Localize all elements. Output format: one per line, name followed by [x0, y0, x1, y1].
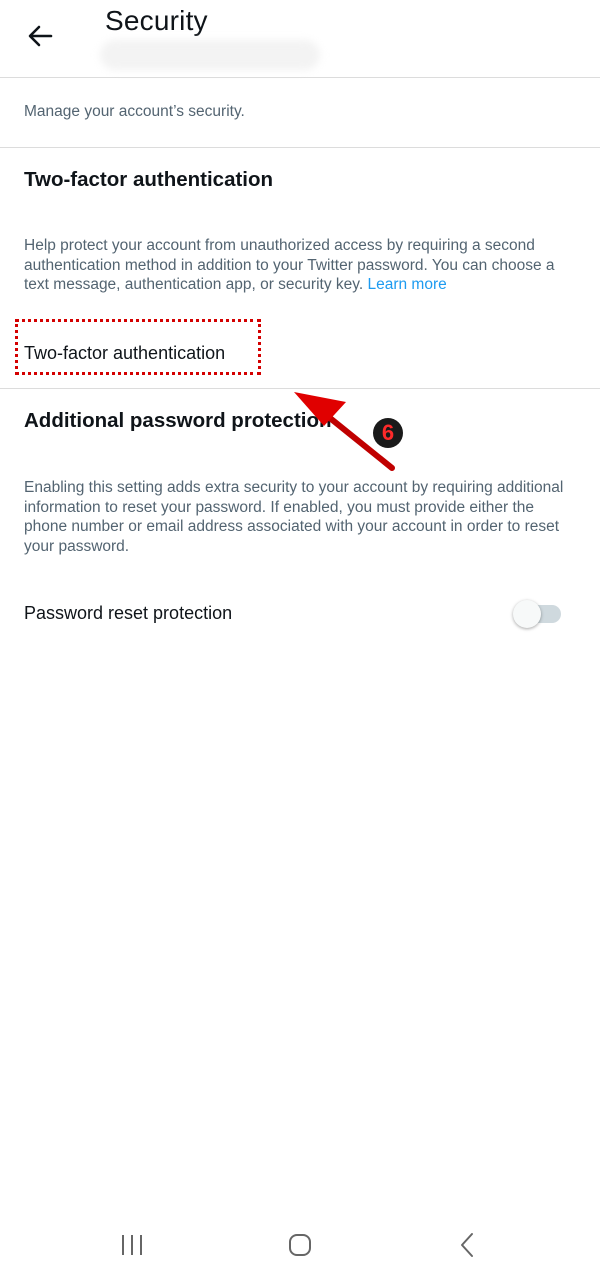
nav-back-button[interactable] [448, 1230, 488, 1260]
annotation-highlight-box [15, 319, 261, 375]
password-reset-protection-label: Password reset protection [24, 603, 233, 623]
page-title: Security [105, 5, 208, 36]
learn-more-link[interactable]: Learn more [367, 276, 446, 293]
header: Security [0, 0, 600, 78]
divider [0, 147, 600, 148]
back-button[interactable] [20, 16, 60, 56]
two-factor-description-text: Help protect your account from unauthori… [24, 237, 555, 293]
annotation-step-badge: 6 [373, 418, 403, 448]
two-factor-section-title: Two-factor authentication [24, 168, 274, 191]
redacted-username [100, 40, 320, 70]
password-reset-protection-toggle[interactable] [513, 600, 561, 628]
recents-button[interactable] [112, 1230, 152, 1260]
nav-back-icon [461, 1233, 473, 1257]
home-icon [289, 1234, 311, 1256]
system-navbar [0, 1210, 600, 1280]
toggle-knob [513, 600, 541, 628]
home-button[interactable] [280, 1230, 320, 1260]
two-factor-description: Help protect your account from unauthori… [24, 236, 576, 295]
page-subtitle: Manage your account’s security. [24, 103, 245, 120]
back-arrow-icon [28, 25, 53, 47]
recents-icon [122, 1235, 142, 1255]
